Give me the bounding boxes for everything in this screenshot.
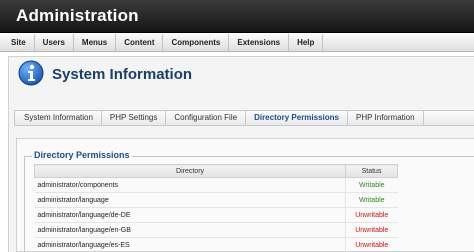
permissions-legend: Directory Permissions xyxy=(32,150,132,160)
table-row: administrator/language/en-GB Unwritable xyxy=(34,222,398,238)
tab-bar: System Information PHP Settings Configur… xyxy=(14,110,474,126)
table-row: administrator/components Writable xyxy=(34,177,398,193)
menu-item-users[interactable]: Users xyxy=(35,34,74,51)
tab-configuration-file[interactable]: Configuration File xyxy=(166,111,247,125)
directory-cell: administrator/components xyxy=(34,177,346,193)
main-menu: Site Users Menus Content Components Exte… xyxy=(0,34,474,52)
column-header-directory[interactable]: Directory xyxy=(33,164,347,178)
table-row: administrator/language/es-ES Unwritable xyxy=(34,237,398,252)
tab-directory-permissions[interactable]: Directory Permissions xyxy=(246,111,348,125)
tab-system-information[interactable]: System Information xyxy=(15,111,102,125)
status-cell: Writable xyxy=(345,192,398,208)
column-header-status[interactable]: Status xyxy=(345,164,398,178)
status-cell: Writable xyxy=(345,177,398,193)
page-title: System Information xyxy=(52,66,193,83)
tab-php-settings[interactable]: PHP Settings xyxy=(102,111,167,125)
status-cell: Unwritable xyxy=(345,207,398,223)
table-row: administrator/language/de-DE Unwritable xyxy=(34,207,398,223)
app-title: Administration xyxy=(16,6,139,25)
menu-item-help[interactable]: Help xyxy=(289,34,324,51)
status-cell: Unwritable xyxy=(345,237,398,252)
table-row: administrator/language Writable xyxy=(34,192,398,208)
menu-item-menus[interactable]: Menus xyxy=(74,34,117,51)
menu-item-site[interactable]: Site xyxy=(0,34,35,51)
menu-item-content[interactable]: Content xyxy=(116,34,164,51)
info-icon xyxy=(18,60,44,86)
directory-cell: administrator/language/en-GB xyxy=(34,222,346,238)
directory-cell: administrator/language/de-DE xyxy=(34,207,346,223)
top-bar: Administration xyxy=(0,0,474,33)
permissions-table: Directory Status administrator/component… xyxy=(33,164,398,252)
menu-item-components[interactable]: Components xyxy=(163,34,230,51)
directory-cell: administrator/language xyxy=(34,192,346,208)
menu-item-extensions[interactable]: Extensions xyxy=(229,34,290,51)
status-cell: Unwritable xyxy=(345,222,398,238)
tab-php-information[interactable]: PHP Information xyxy=(348,111,424,125)
directory-cell: administrator/language/es-ES xyxy=(34,237,346,252)
